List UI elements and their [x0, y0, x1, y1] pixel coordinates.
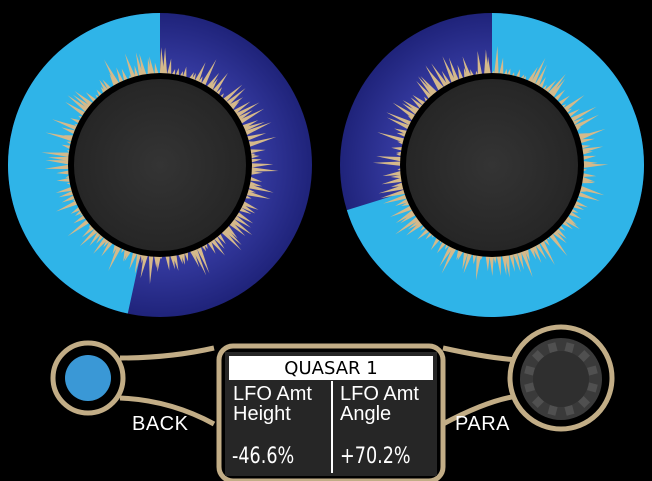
param-value: -46.6%	[232, 444, 295, 469]
back-button[interactable]	[65, 355, 111, 401]
knob-body	[74, 79, 246, 251]
para-encoder[interactable]	[520, 338, 602, 420]
device-panel: { "knobs": [ { "id": "left", "value_frac…	[0, 0, 652, 481]
knob-lfo-angle[interactable]	[340, 13, 644, 317]
knob-body	[406, 79, 578, 251]
param-name-line1: LFO Amt	[340, 383, 419, 405]
para-label: PARA	[455, 413, 510, 435]
param-value: +70.2%	[340, 444, 411, 469]
screen-divider	[331, 381, 333, 473]
param-name-line1: LFO Amt	[233, 383, 312, 405]
back-label: BACK	[132, 413, 189, 435]
screen-title: QUASAR 1	[229, 356, 433, 380]
param-name-line2: Angle	[340, 403, 392, 425]
param-name-line2: Height	[233, 403, 291, 425]
knob-lfo-height[interactable]	[8, 13, 312, 317]
